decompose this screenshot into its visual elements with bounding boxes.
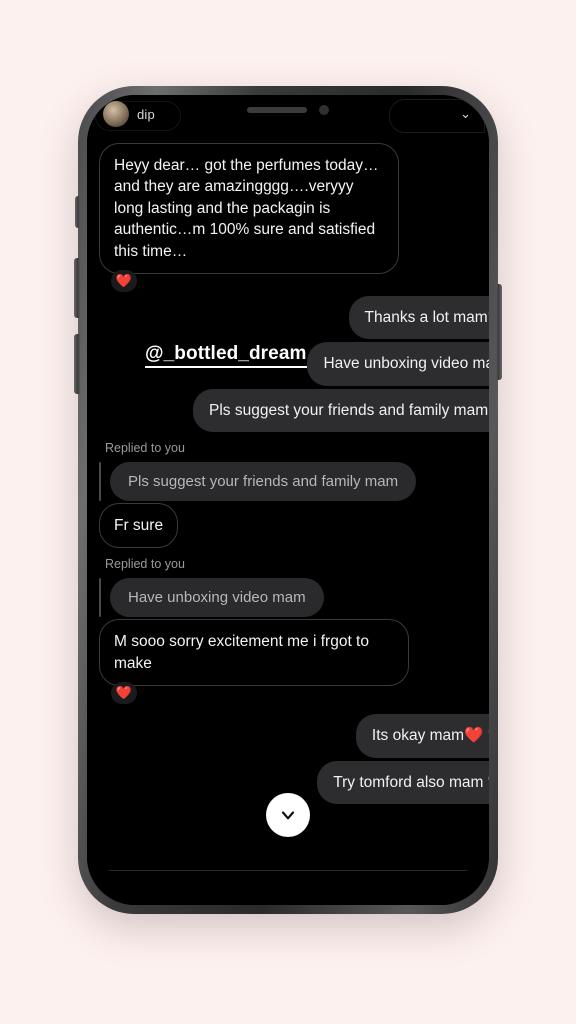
quoted-message[interactable]: Pls suggest your friends and family mam bbox=[99, 462, 477, 501]
phone-screen-bezel: dip ⌄ Heyy dear… got the perfumes today…… bbox=[87, 95, 489, 905]
volume-down-button[interactable] bbox=[74, 334, 80, 394]
message-row[interactable]: M sooo sorry excitement me i frgot to ma… bbox=[87, 619, 489, 687]
message-bubble-outgoing[interactable]: Have unboxing video mam bbox=[307, 342, 489, 386]
heart-reaction-icon[interactable]: ❤️ bbox=[111, 269, 137, 292]
contact-name[interactable]: dip bbox=[137, 107, 155, 122]
avatar[interactable] bbox=[103, 101, 129, 127]
reaction-row: ❤️ bbox=[87, 682, 489, 708]
volume-up-button[interactable] bbox=[74, 258, 80, 318]
reaction-row: ❤️ bbox=[87, 269, 489, 296]
reply-label: Replied to you bbox=[105, 557, 185, 572]
quoted-message[interactable]: Have unboxing video mam bbox=[99, 578, 477, 618]
chevron-down-icon bbox=[281, 811, 295, 820]
device-notch bbox=[204, 95, 372, 125]
quote-accent-bar bbox=[99, 578, 101, 618]
message-bubble-incoming[interactable]: Heyy dear… got the perfumes today… and t… bbox=[99, 143, 399, 274]
earpiece-speaker-icon bbox=[247, 107, 307, 113]
message-row[interactable]: Its okay mam❤️ ❤️ bbox=[87, 714, 489, 758]
message-row[interactable]: Thanks a lot mam❤️ bbox=[87, 295, 489, 340]
reply-label: Replied to you bbox=[105, 441, 185, 455]
quoted-message-text[interactable]: Have unboxing video mam bbox=[110, 578, 324, 618]
message-bubble-outgoing[interactable]: Pls suggest your friends and family mam bbox=[193, 388, 489, 432]
message-bubble-outgoing[interactable]: Thanks a lot mam❤️ bbox=[348, 295, 489, 340]
message-thread[interactable]: Heyy dear… got the perfumes today… and t… bbox=[87, 133, 489, 905]
phone-frame: dip ⌄ Heyy dear… got the perfumes today…… bbox=[74, 86, 502, 914]
chevron-down-icon[interactable]: ⌄ bbox=[460, 106, 471, 122]
silent-switch-button[interactable] bbox=[75, 196, 80, 228]
message-row[interactable]: Pls suggest your friends and family mam bbox=[87, 388, 489, 432]
message-bubble-outgoing[interactable]: Try tomford also mam 🤍 bbox=[317, 760, 489, 804]
composer-divider bbox=[109, 870, 467, 871]
reply-group: Replied to you Have unboxing video mam bbox=[87, 557, 489, 618]
message-row[interactable]: Fr sure bbox=[87, 503, 489, 549]
scroll-to-bottom-button[interactable] bbox=[266, 793, 310, 837]
reply-group: Replied to you Pls suggest your friends … bbox=[87, 441, 489, 501]
app-screen: dip ⌄ Heyy dear… got the perfumes today…… bbox=[87, 95, 489, 905]
message-row[interactable]: Heyy dear… got the perfumes today… and t… bbox=[87, 143, 489, 274]
heart-reaction-icon[interactable]: ❤️ bbox=[111, 682, 137, 705]
power-button[interactable] bbox=[496, 284, 502, 380]
front-camera-icon bbox=[319, 105, 329, 115]
quote-accent-bar bbox=[99, 462, 101, 501]
username-overlay: @_bottled_dream bbox=[145, 343, 307, 368]
message-bubble-incoming[interactable]: M sooo sorry excitement me i frgot to ma… bbox=[99, 619, 409, 687]
message-bubble-outgoing[interactable]: Its okay mam❤️ ❤️ bbox=[355, 714, 489, 758]
message-bubble-incoming[interactable]: Fr sure bbox=[99, 503, 179, 549]
quoted-message-text[interactable]: Pls suggest your friends and family mam bbox=[110, 462, 417, 501]
